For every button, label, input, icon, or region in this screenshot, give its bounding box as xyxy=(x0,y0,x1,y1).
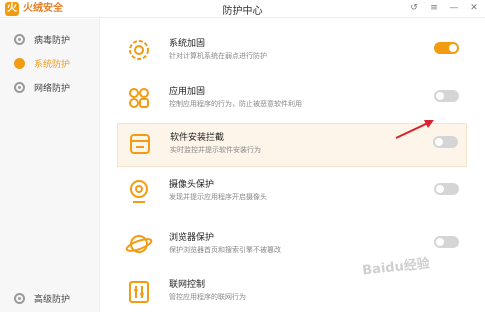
protection-row-app-hardening: 应用加固 控制应用程序的行为，防止被恶意软件利用 xyxy=(117,78,467,122)
minimize-icon[interactable]: — xyxy=(449,2,459,14)
sidebar-item-label: 高级防护 xyxy=(34,295,71,305)
refresh-icon[interactable]: ↺ xyxy=(409,2,419,14)
protection-desc: 管控应用程序的联网行为 xyxy=(169,293,246,301)
protection-row-system-hardening: 系统加固 针对计算机系统在弱点进行防护 xyxy=(117,30,467,74)
sidebar-item-network[interactable]: 网络防护 xyxy=(14,81,70,94)
sidebar-item-label: 网络防护 xyxy=(34,84,71,94)
menu-icon[interactable]: ≡ xyxy=(429,2,439,14)
app-hardening-toggle[interactable] xyxy=(434,90,459,102)
protection-title: 应用加固 xyxy=(169,87,206,97)
advanced-protection-icon xyxy=(14,293,25,304)
close-icon[interactable]: ✕ xyxy=(469,2,479,14)
protection-desc: 针对计算机系统在弱点进行防护 xyxy=(169,52,267,60)
protection-title: 软件安装拦截 xyxy=(170,133,225,143)
sidebar-item-system[interactable]: 系统防护 xyxy=(14,57,70,70)
protection-title: 联网控制 xyxy=(169,280,206,290)
apps-grid-icon xyxy=(129,88,149,108)
protection-desc: 实时监控并提示软件安装行为 xyxy=(170,146,261,154)
sidebar-item-label: 系统防护 xyxy=(34,60,71,70)
protection-title: 摄像头保护 xyxy=(169,180,215,190)
protection-desc: 控制应用程序的行为，防止被恶意软件利用 xyxy=(169,100,302,108)
virus-protection-icon xyxy=(14,34,25,45)
annotation-arrow-icon xyxy=(395,120,434,139)
system-protection-icon xyxy=(14,58,25,69)
gear-shield-icon xyxy=(129,40,149,60)
network-protection-icon xyxy=(14,82,25,93)
camera-icon xyxy=(130,180,148,203)
title-bar: 火 火绒安全 防护中心 ↺ ≡ — ✕ xyxy=(0,0,485,18)
protection-title: 浏览器保护 xyxy=(169,233,215,243)
install-block-icon xyxy=(130,134,150,154)
network-control-icon xyxy=(129,281,149,303)
browser-toggle[interactable] xyxy=(434,236,459,248)
sidebar-item-advanced[interactable]: 高级防护 xyxy=(14,292,70,305)
sidebar: 病毒防护 系统防护 网络防护 高级防护 xyxy=(0,19,100,312)
sidebar-item-label: 病毒防护 xyxy=(34,36,71,46)
protection-title: 系统加固 xyxy=(169,39,206,49)
sidebar-item-virus[interactable]: 病毒防护 xyxy=(14,33,70,46)
browser-planet-icon xyxy=(125,235,153,253)
install-block-toggle[interactable] xyxy=(433,136,458,148)
protection-row-network-control: 联网控制 管控应用程序的联网行为 xyxy=(117,271,467,312)
protection-desc: 发现并提示应用程序开启摄像头 xyxy=(169,193,267,201)
system-hardening-toggle[interactable] xyxy=(434,42,459,54)
camera-toggle[interactable] xyxy=(434,183,459,195)
protection-desc: 保护浏览器首页和搜索引擎不被篡改 xyxy=(169,246,281,254)
protection-row-camera: 摄像头保护 发现并提示应用程序开启摄像头 xyxy=(117,171,467,215)
window-controls: ↺ ≡ — ✕ xyxy=(409,2,479,14)
